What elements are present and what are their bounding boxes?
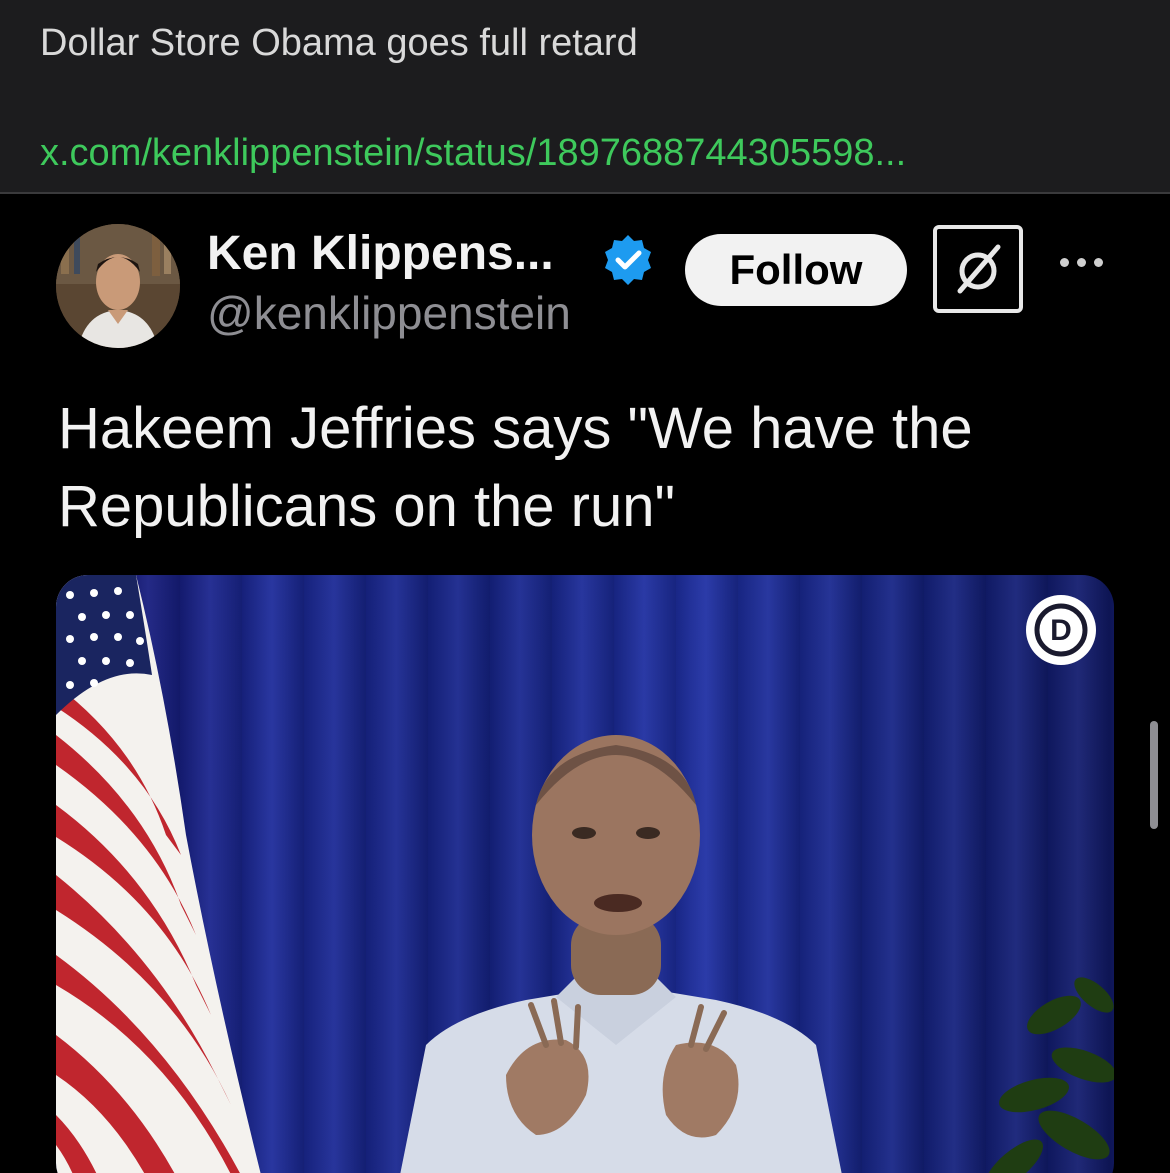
post-link[interactable]: x.com/kenklippenstein/status/18976887443… — [40, 132, 906, 175]
author-handle[interactable]: @kenklippenstein — [207, 286, 571, 340]
video-thumbnail[interactable]: D — [56, 575, 1114, 1173]
tweet-embed[interactable]: Ken Klippens... @kenklippenstein Follow … — [0, 194, 1170, 1173]
author-name[interactable]: Ken Klippens... — [207, 226, 554, 281]
democrat-logo-icon: D — [1026, 595, 1096, 665]
tweet-text-line: Hakeem Jeffries says "We have the — [58, 396, 973, 461]
post-title: Dollar Store Obama goes full retard — [40, 22, 638, 64]
more-horizontal-icon[interactable] — [1060, 252, 1110, 272]
tweet-text-line: Republicans on the run" — [58, 474, 676, 539]
plant-leaves — [984, 977, 1114, 1173]
follow-button[interactable]: Follow — [685, 234, 907, 306]
media-badge-letter: D — [1050, 614, 1072, 647]
speaker-figure — [400, 735, 842, 1173]
american-flag — [56, 575, 266, 1173]
verified-badge-icon — [600, 232, 656, 288]
avatar[interactable] — [56, 224, 180, 348]
post-header: Dollar Store Obama goes full retard x.co… — [0, 0, 1170, 194]
scrollbar[interactable] — [1150, 721, 1158, 829]
x-logo-icon[interactable] — [933, 225, 1023, 313]
tweet-text: Hakeem Jeffries says "We have the Republ… — [58, 390, 1118, 546]
